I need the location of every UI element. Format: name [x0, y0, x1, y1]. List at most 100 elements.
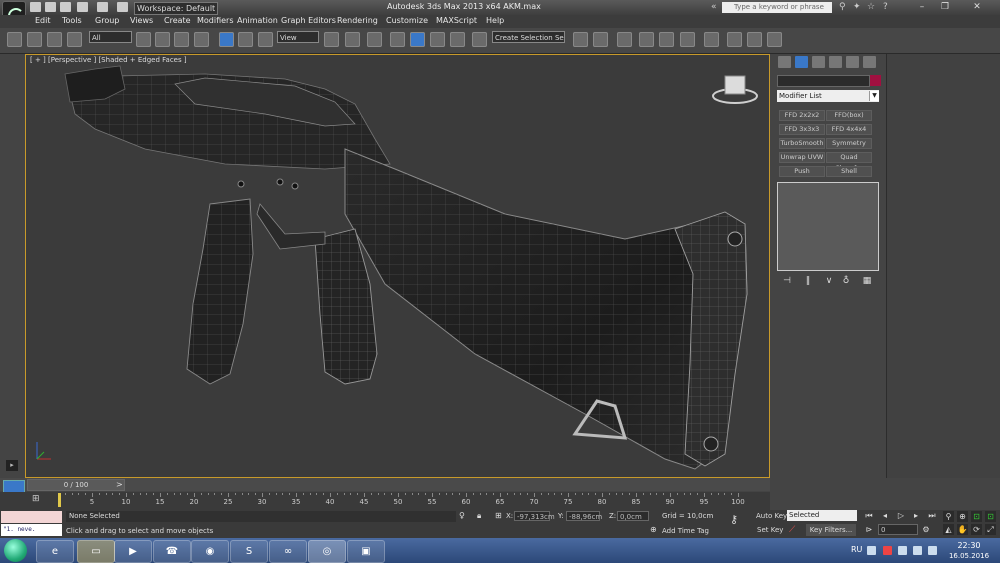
align-icon[interactable] [593, 32, 608, 47]
show-hidden-icons-icon[interactable] [867, 546, 876, 555]
action-center-icon[interactable] [898, 546, 907, 555]
pan-view-icon[interactable]: ✋ [957, 524, 968, 535]
window-crossing-icon[interactable] [194, 32, 209, 47]
language-indicator[interactable]: RU [851, 545, 862, 554]
menu-tools[interactable]: Tools [62, 16, 82, 25]
volume-icon[interactable] [928, 546, 937, 555]
trackbar-toggle-icon[interactable]: ⊞ [32, 494, 40, 504]
add-time-tag[interactable]: Add Time Tag [662, 527, 709, 535]
maxscript-listener-macro[interactable] [1, 511, 62, 523]
set-key-button[interactable]: Set Key [757, 526, 783, 534]
modifier-button-ffd-4x4x4[interactable]: FFD 4x4x4 [826, 124, 872, 135]
save-file-icon[interactable] [60, 2, 71, 12]
current-frame-field[interactable]: 0 [878, 524, 918, 535]
time-slider[interactable]: 0 / 100 [27, 479, 125, 491]
angle-snap-toggle-icon[interactable] [410, 32, 425, 47]
clock-date[interactable]: 16.05.2016 [942, 552, 996, 560]
time-configuration-icon[interactable]: ⚙ [921, 525, 931, 535]
object-name-field[interactable] [777, 75, 870, 87]
material-editor-icon[interactable] [704, 32, 719, 47]
modifier-button-ffd-2x2x2[interactable]: FFD 2x2x2 [779, 110, 825, 121]
start-button[interactable] [4, 539, 27, 562]
maximize-viewport-toggle-icon[interactable]: ▸ [6, 460, 18, 471]
select-and-move-icon[interactable] [219, 32, 234, 47]
percent-snap-toggle-icon[interactable] [430, 32, 445, 47]
menu-modifiers[interactable]: Modifiers [197, 16, 234, 25]
tray-app-icon[interactable] [883, 546, 892, 555]
menu-group[interactable]: Group [95, 16, 119, 25]
play-icon[interactable]: ▷ [896, 511, 906, 521]
key-filters-button[interactable]: Key Filters... [806, 524, 856, 536]
viber-icon[interactable]: ☎ [153, 540, 191, 563]
modifier-button-push[interactable]: Push [779, 166, 825, 177]
visual-studio-icon[interactable]: ∞ [269, 540, 307, 563]
z-coordinate-field[interactable]: 0,0cm [617, 511, 649, 521]
remove-modifier-icon[interactable]: ♁ [839, 276, 853, 287]
layer-manager-icon[interactable] [617, 32, 632, 47]
next-frame-icon[interactable]: ▸ [911, 511, 921, 521]
modifier-button-shell[interactable]: Shell [826, 166, 872, 177]
search-input[interactable]: Type a keyword or phrase [722, 2, 832, 13]
absolute-mode-transform-icon[interactable]: ⊞ [495, 511, 502, 520]
firefox-icon[interactable]: ◉ [191, 540, 229, 563]
viewport-label[interactable]: [ + ] [Perspective ] [Shaded + Edged Fac… [30, 56, 187, 64]
modifier-stack-list[interactable] [777, 182, 879, 271]
select-and-rotate-icon[interactable] [238, 32, 253, 47]
workspace-dropdown[interactable]: Workspace: Default [134, 2, 218, 15]
auto-key-button[interactable]: Auto Key [756, 512, 787, 520]
field-of-view-icon[interactable]: ◭ [943, 524, 954, 535]
reference-coordinate-dropdown[interactable]: View [277, 31, 319, 43]
close-button[interactable]: ✕ [957, 1, 997, 13]
menu-customize[interactable]: Customize [386, 16, 428, 25]
render-setup-icon[interactable] [727, 32, 742, 47]
zoom-extents-all-icon[interactable]: ⊡ [985, 511, 996, 522]
graphite-modeling-tools-icon[interactable] [639, 32, 654, 47]
isolate-selection-icon[interactable]: ♀ [459, 511, 465, 520]
rendered-frame-window-icon[interactable] [747, 32, 762, 47]
menu-animation[interactable]: Animation [237, 16, 278, 25]
project-folder-icon[interactable] [117, 2, 128, 12]
maxscript-listener-output[interactable]: "1. neve. [1, 524, 62, 536]
time-tag-icon[interactable]: ⊕ [650, 525, 657, 534]
clock-time[interactable]: 22:30 [951, 541, 987, 550]
modifier-button-turbosmooth[interactable]: TurboSmooth [779, 138, 825, 149]
display-tab-icon[interactable] [846, 56, 859, 68]
open-file-icon[interactable] [45, 2, 56, 12]
select-and-scale-icon[interactable] [258, 32, 273, 47]
skype-icon[interactable]: S [230, 540, 268, 563]
redo-icon[interactable] [97, 2, 108, 12]
make-unique-icon[interactable]: ∨ [822, 276, 836, 287]
selection-filter-dropdown[interactable]: All [89, 31, 132, 43]
menu-maxscript[interactable]: MAXScript [436, 16, 477, 25]
new-file-icon[interactable] [30, 2, 41, 12]
orbit-icon[interactable]: ⟳ [971, 524, 982, 535]
rectangular-selection-icon[interactable] [174, 32, 189, 47]
unlink-selection-icon[interactable] [27, 32, 42, 47]
zoom-extents-icon[interactable]: ⊡ [971, 511, 982, 522]
spinner-snap-toggle-icon[interactable] [450, 32, 465, 47]
search-chevron-icon[interactable]: « [711, 2, 717, 12]
communication-center-icon[interactable]: ✦ [853, 2, 861, 12]
modify-tab-icon[interactable] [795, 56, 808, 68]
show-end-result-icon[interactable]: ‖ [801, 276, 815, 287]
previous-frame-icon[interactable]: ◂ [880, 511, 890, 521]
keyboard-shortcut-override-icon[interactable] [367, 32, 382, 47]
current-frame-marker[interactable] [58, 493, 61, 507]
remote-desktop-icon[interactable]: ▣ [347, 540, 385, 563]
cloth-icon[interactable] [67, 32, 82, 47]
menu-graph-editors[interactable]: Graph Editors [281, 16, 336, 25]
go-to-start-icon[interactable]: ⏮ [864, 511, 874, 521]
object-color-swatch[interactable] [870, 75, 881, 86]
chevron-down-icon[interactable]: ▼ [869, 91, 879, 101]
bind-to-space-warp-icon[interactable] [47, 32, 62, 47]
modifier-button-quad-chamfer[interactable]: Quad Chamfer [826, 152, 872, 172]
go-to-end-icon[interactable]: ⏭ [927, 511, 937, 521]
menu-views[interactable]: Views [130, 16, 153, 25]
curve-editor-icon[interactable] [659, 32, 674, 47]
select-object-icon[interactable] [136, 32, 151, 47]
x-coordinate-field[interactable]: -97,313cm [514, 511, 555, 521]
file-explorer-icon[interactable]: ▭ [77, 540, 115, 563]
minimize-button[interactable]: – [911, 1, 933, 13]
key-mode-dropdown[interactable]: Selected [787, 510, 857, 521]
modifier-button-unwrap-uvw[interactable]: Unwrap UVW [779, 152, 825, 163]
